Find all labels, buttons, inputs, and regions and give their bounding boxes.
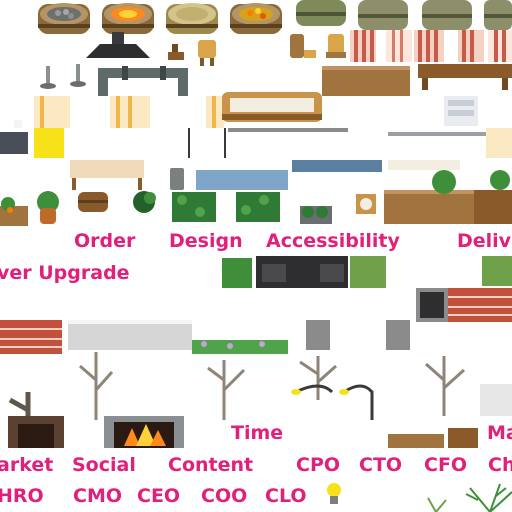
label-ver-upgrade: ver Upgrade [0, 262, 130, 284]
orange-tree-planter-sprite [0, 197, 28, 226]
glass-partition-sprite [188, 128, 348, 158]
wooden-bench-sprite [322, 64, 512, 96]
stone-fireplace-sprite [8, 416, 64, 448]
label-content: Content [168, 454, 253, 476]
label-accessibility: Accessibility [266, 230, 400, 252]
white-panel-sprite [480, 384, 512, 416]
blue-shelf-sprite [292, 160, 382, 172]
label-social: Social [72, 454, 136, 476]
wooden-counter-sprite [384, 170, 512, 224]
striped-curtains-sprite [350, 30, 512, 62]
label-ceo: CEO [137, 485, 180, 507]
label-ma: Ma [487, 422, 512, 444]
label-time: Time [231, 422, 283, 444]
brown-crate-sprite [388, 160, 460, 170]
pipes-sprite [98, 66, 188, 96]
label-cto: CTO [359, 454, 402, 476]
label-ch: Ch [488, 454, 512, 476]
blue-mat-sprite [196, 170, 288, 190]
barrel-stones-sprite [38, 3, 90, 34]
wooden-barrel-sprite [78, 192, 108, 212]
wooden-table-sprite [70, 160, 144, 190]
label-clo: CLO [265, 485, 307, 507]
barrel-fruit-sprite [230, 3, 282, 34]
label-deliv: Deliv [457, 230, 512, 252]
sticky-note-sprite [34, 128, 64, 158]
label-cmo: CMO [73, 485, 122, 507]
label-arket: arket [0, 454, 53, 476]
dark-windows-sprite [222, 256, 512, 288]
small-plant-sprite [133, 191, 156, 213]
label-cfo: CFO [424, 454, 467, 476]
range-hood-sprite [86, 32, 150, 58]
potted-plant-sprite [37, 191, 59, 224]
glass-doors-sprite [34, 96, 224, 128]
flower-hedge-sprite [192, 340, 288, 354]
stone-counter-sprite [68, 320, 192, 350]
floor-lamps-sprite [40, 64, 86, 89]
wall-panel-sprite [486, 128, 512, 158]
barrel-empty-sprite [166, 3, 218, 34]
desk-laptop-sprite [0, 120, 28, 154]
palm-frond-sprite [427, 483, 512, 512]
lightbulb-sprite [327, 483, 341, 504]
label-coo: COO [201, 485, 247, 507]
label-cpo: CPO [296, 454, 340, 476]
tileset-sheet: Order Design Accessibility Deliv ver Upg… [0, 0, 512, 512]
filing-cabinet-sprite [444, 96, 478, 126]
planter-boxes-sprite [306, 320, 410, 350]
lit-fireplace-sprite [104, 416, 184, 448]
wall-clock-sprite [356, 194, 376, 214]
cafe-chairs-sprite [168, 34, 346, 66]
trash-can-sprite [170, 168, 184, 190]
label-design: Design [169, 230, 243, 252]
hedge-pots-sprite [300, 206, 332, 224]
label-hro: HRO [0, 485, 44, 507]
wooden-bench-low-sprite [388, 428, 478, 448]
barrel-fire-sprite [102, 3, 154, 34]
barrel-lidded-sprites [296, 0, 512, 30]
street-lamp-sprite [291, 384, 374, 420]
bare-trees-sprite [79, 352, 466, 420]
label-order: Order [74, 230, 136, 252]
long-sofa-sprite [222, 92, 322, 122]
wall-window-sprite [416, 288, 448, 322]
shelf-sprite [388, 132, 488, 136]
hedge-sprites [172, 192, 280, 222]
